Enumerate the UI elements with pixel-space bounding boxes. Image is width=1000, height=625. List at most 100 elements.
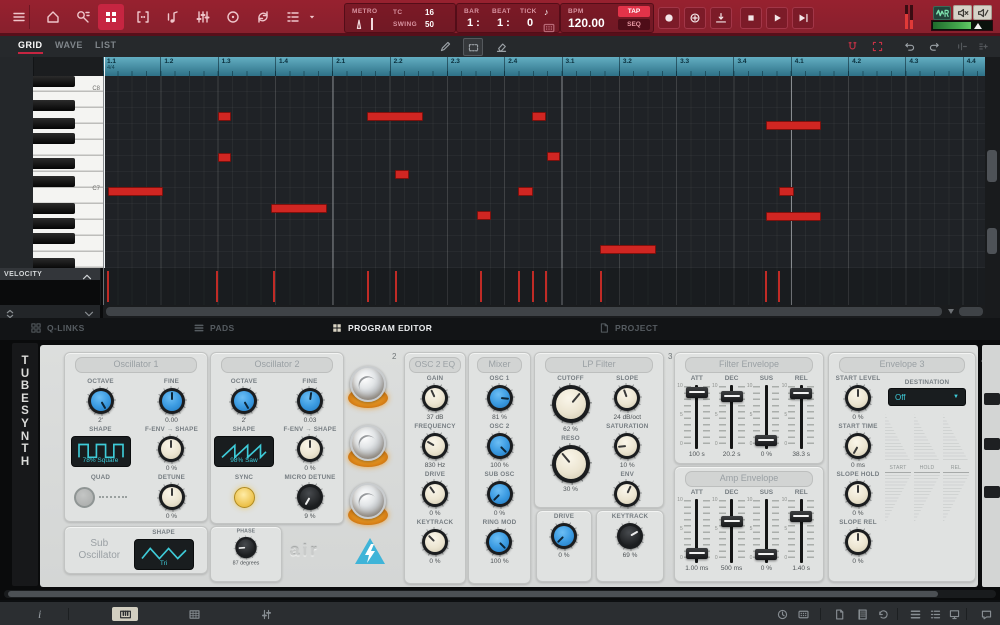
tick-value[interactable]: 0 [527, 17, 533, 29]
knob-osc-2[interactable] [485, 431, 515, 461]
menu-icon[interactable] [6, 4, 32, 30]
cycle-icon[interactable] [250, 4, 276, 30]
history-icon[interactable] [875, 607, 891, 621]
knob-octave[interactable] [229, 386, 259, 416]
pad-grid-icon[interactable] [186, 607, 202, 621]
piano-roll-grid[interactable] [103, 76, 985, 268]
slider-dec[interactable]: DEC1050500 ms [719, 489, 745, 572]
timeline-ruler[interactable]: 1.14/41.21.31.42.12.22.32.43.13.23.33.44… [103, 57, 985, 76]
knob-sub-osc[interactable] [485, 479, 515, 509]
panel-tab-pads[interactable]: PADS [193, 322, 235, 334]
knob-slope-rel[interactable] [843, 527, 873, 557]
knob-keytrack[interactable] [420, 527, 450, 557]
scroll-thumb[interactable] [8, 591, 938, 597]
detail-list-icon[interactable] [927, 607, 943, 621]
note-value-icon[interactable]: ♪ [544, 7, 549, 17]
knob-slope-hold[interactable] [843, 479, 873, 509]
velocity-stem[interactable] [273, 271, 275, 302]
slider-thumb[interactable] [686, 387, 708, 398]
velocity-stem[interactable] [518, 271, 520, 302]
doc-icon[interactable] [831, 607, 847, 621]
mixer-icon[interactable] [190, 4, 216, 30]
knob-frequency[interactable] [420, 431, 450, 461]
tc-value[interactable]: 16 [425, 8, 434, 17]
midi-note[interactable] [518, 187, 533, 196]
tab-grid[interactable]: GRID [18, 40, 43, 54]
magnet-button[interactable] [843, 38, 861, 54]
knob-env[interactable] [612, 479, 642, 509]
slider-rel[interactable]: REL10501.40 s [788, 489, 814, 572]
beat-value[interactable]: 1 : [497, 17, 510, 29]
knob-keytrack[interactable] [615, 521, 645, 551]
velocity-stem[interactable] [765, 271, 767, 302]
monitor-icon[interactable] [946, 607, 962, 621]
program-edit-icon[interactable] [160, 4, 186, 30]
notebook-icon[interactable] [854, 607, 870, 621]
knob-detune[interactable] [157, 482, 187, 512]
knob-saturation[interactable] [612, 431, 642, 461]
knob-osc-1[interactable] [485, 383, 515, 413]
black-key[interactable] [33, 133, 75, 144]
clock-icon[interactable] [774, 607, 790, 621]
scroll-thumb[interactable] [959, 307, 983, 316]
seq-mode-button[interactable]: SEQ [618, 19, 650, 30]
stop-button[interactable] [740, 7, 762, 29]
black-key[interactable] [33, 176, 75, 187]
automation-read-button[interactable] [933, 6, 951, 20]
knob-start-level[interactable] [843, 383, 873, 413]
locators-icon[interactable] [130, 4, 156, 30]
redo-button[interactable] [925, 38, 943, 54]
pencil-tool[interactable] [436, 38, 454, 54]
record-button[interactable] [658, 7, 680, 29]
info-icon[interactable]: i [38, 607, 41, 622]
tab-list[interactable]: LIST [95, 40, 117, 50]
knob-fine[interactable] [295, 386, 325, 416]
velocity-stem[interactable] [216, 271, 218, 302]
collapse-icon[interactable] [80, 270, 94, 284]
tube-knob-2[interactable] [345, 425, 391, 467]
region-button[interactable] [868, 38, 886, 54]
velocity-stem[interactable] [532, 271, 534, 302]
panel-tab-program-editor[interactable]: PROGRAM EDITOR [331, 322, 432, 334]
black-key[interactable] [33, 100, 75, 111]
midi-note[interactable] [532, 112, 546, 121]
nudge-left-button[interactable] [952, 38, 970, 54]
midi-note[interactable] [218, 153, 231, 162]
velocity-stem[interactable] [367, 271, 369, 302]
slider-sus[interactable]: SUS10500 % [753, 489, 779, 572]
velocity-header[interactable]: VELOCITY [0, 268, 100, 280]
black-key[interactable] [33, 258, 75, 268]
piano-keyboard[interactable]: C8C7 [33, 76, 103, 268]
metronome-icon[interactable] [352, 17, 366, 31]
slider-dec[interactable]: DEC105020.2 s [719, 375, 745, 458]
grid-editor-icon[interactable] [98, 4, 124, 30]
tube-knob-1[interactable] [345, 366, 391, 408]
midi-note[interactable] [547, 152, 560, 161]
scroll-thumb[interactable] [987, 228, 997, 254]
knob-start-time[interactable] [843, 431, 873, 461]
message-icon[interactable] [978, 607, 994, 621]
tab-wave[interactable]: WAVE [55, 40, 83, 50]
midi-note[interactable] [108, 187, 163, 196]
velocity-stem[interactable] [600, 271, 602, 302]
slider-att[interactable]: ATT1050100 s [684, 375, 710, 458]
shape-display[interactable]: 98% Saw [214, 436, 274, 467]
slider-rel[interactable]: REL105038.3 s [788, 375, 814, 458]
knob-reso[interactable] [550, 443, 592, 485]
black-key[interactable] [33, 76, 75, 87]
destination-dropdown[interactable]: Off▼ [888, 388, 966, 406]
midi-note[interactable] [779, 187, 794, 196]
play-start-button[interactable] [792, 7, 814, 29]
level-marker[interactable] [974, 23, 982, 29]
knob-phase[interactable] [234, 535, 259, 560]
scroll-thumb[interactable] [987, 150, 997, 182]
slider-sus[interactable]: SUS10500 % [753, 375, 779, 458]
black-key[interactable] [33, 118, 75, 129]
monitor-mute-button[interactable] [973, 5, 992, 20]
slider-att[interactable]: ATT10501.00 ms [684, 489, 710, 572]
browser-icon[interactable] [70, 4, 96, 30]
slider-thumb[interactable] [721, 516, 743, 527]
tap-tempo-button[interactable]: TAP [618, 6, 650, 17]
nudge-rows-button[interactable] [974, 38, 992, 54]
velocity-stem[interactable] [545, 271, 547, 302]
